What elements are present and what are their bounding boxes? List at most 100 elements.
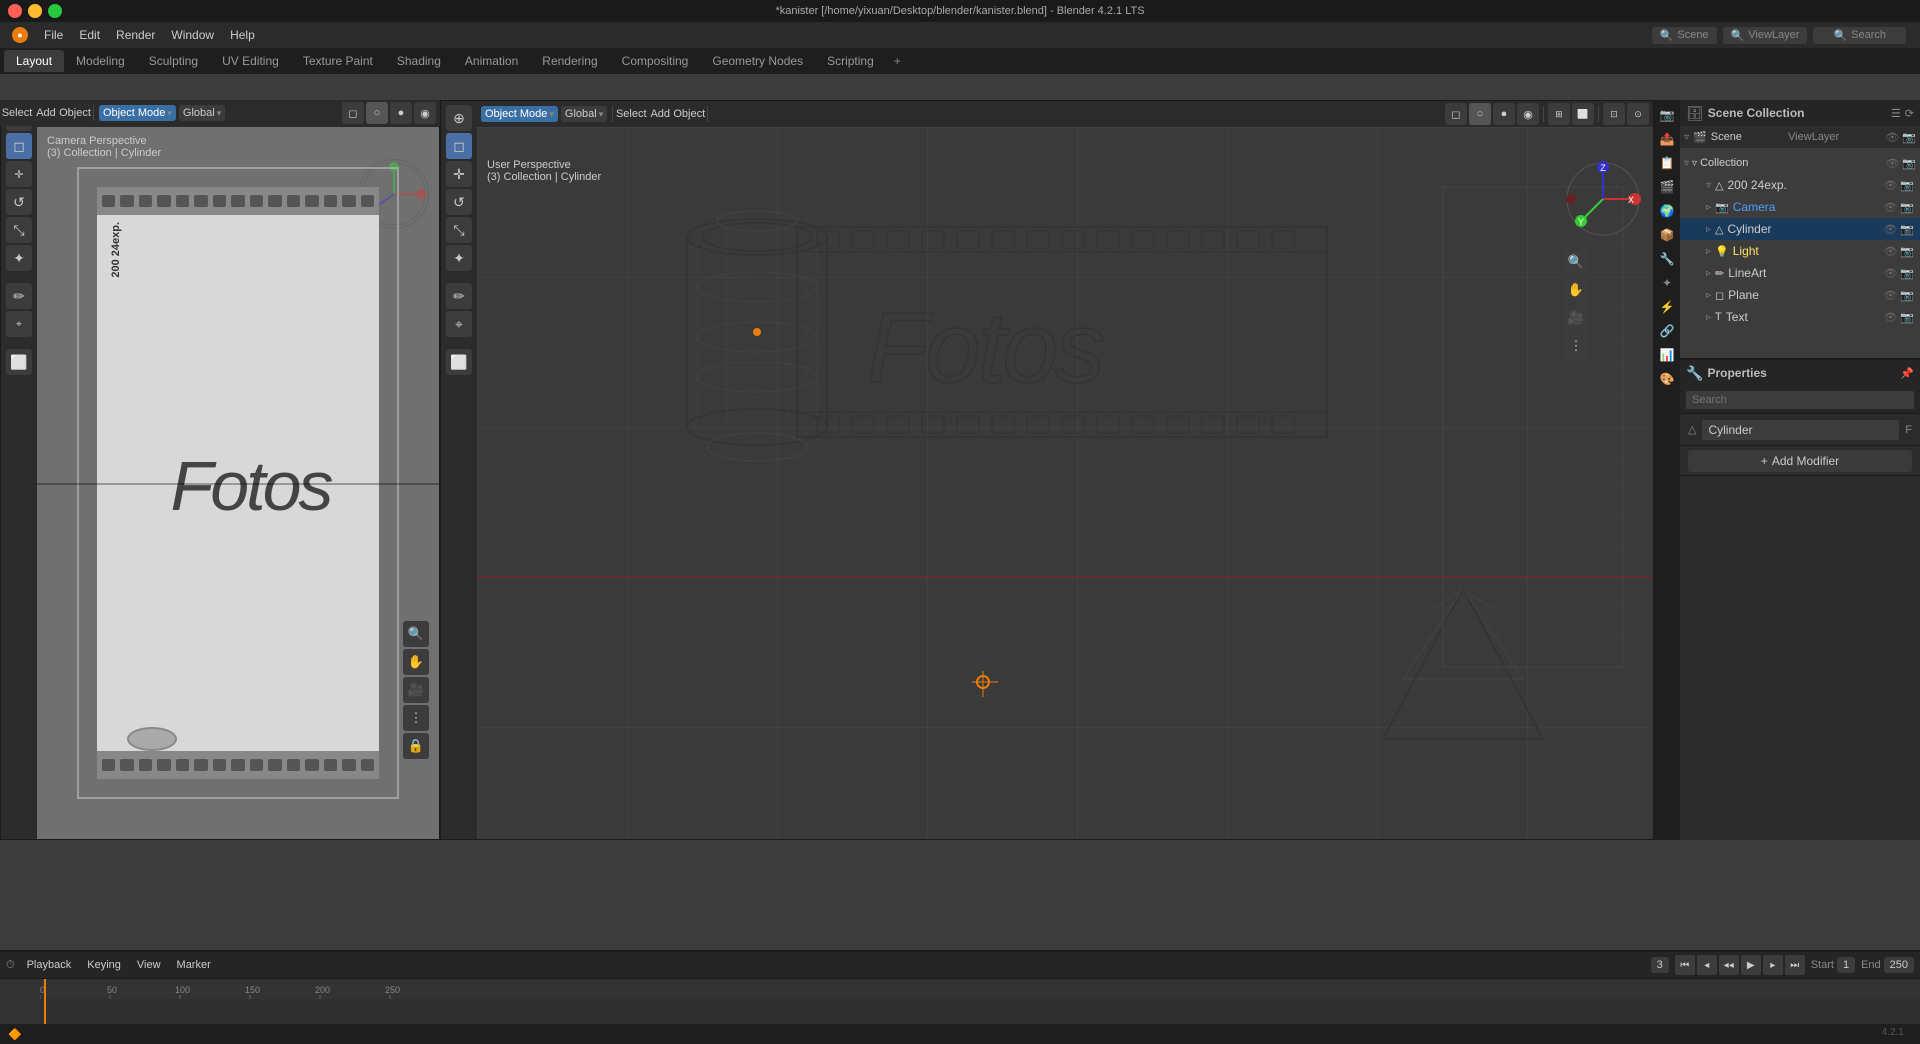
item-lineart[interactable]: ▹ ✏ LineArt 👁 📷 bbox=[1680, 262, 1920, 284]
tab-animation[interactable]: Animation bbox=[453, 50, 530, 72]
rendered-shading-btn[interactable]: ◉ bbox=[1517, 103, 1539, 125]
item-1-render[interactable]: 📷 bbox=[1900, 179, 1914, 192]
maximize-button[interactable] bbox=[48, 4, 62, 18]
scene-props-btn[interactable]: 🎬 bbox=[1656, 176, 1678, 198]
add-mesh-main[interactable]: ⬜ bbox=[446, 349, 472, 375]
modifier-props-btn[interactable]: 🔧 bbox=[1656, 248, 1678, 270]
viewport-3d-content[interactable]: Fotos bbox=[477, 127, 1653, 839]
sync-icon[interactable]: ⟳ bbox=[1905, 107, 1914, 120]
global-dropdown-l[interactable]: Global ▾ bbox=[179, 105, 225, 121]
props-search-input[interactable] bbox=[1686, 391, 1914, 409]
end-frame-box[interactable]: 250 bbox=[1884, 957, 1914, 973]
xray-btn[interactable]: ⬜ bbox=[1572, 103, 1594, 125]
data-props-btn[interactable]: 📊 bbox=[1656, 344, 1678, 366]
jump-start-btn[interactable]: ⏮ bbox=[1675, 955, 1695, 975]
render-props-btn[interactable]: 📷 bbox=[1656, 104, 1678, 126]
item-6-eye[interactable]: 👁 bbox=[1883, 289, 1897, 302]
wire-btn-l[interactable]: ◻ bbox=[342, 102, 364, 124]
select-btn-l[interactable]: Select bbox=[4, 100, 30, 126]
move-tool[interactable]: ✛ bbox=[6, 161, 32, 187]
view-layer-search[interactable]: 🔍 ViewLayer bbox=[1723, 27, 1808, 44]
lock-btn-left[interactable]: 🔒 bbox=[403, 733, 429, 759]
scale-tool[interactable]: ⤡ bbox=[6, 217, 32, 243]
physics-props-btn[interactable]: ⚡ bbox=[1656, 296, 1678, 318]
item-camera[interactable]: ▹ 📷 Camera 👁 📷 bbox=[1680, 196, 1920, 218]
scene-collapse-icon[interactable]: ▿ bbox=[1684, 132, 1689, 143]
item-light[interactable]: ▹ 💡 Light 👁 📷 bbox=[1680, 240, 1920, 262]
props-pin-icon[interactable]: 📌 bbox=[1900, 367, 1914, 380]
mode-dropdown[interactable]: Object Mode ▾ bbox=[481, 106, 558, 122]
item-cylinder[interactable]: ▹ △ Cylinder 👁 📷 bbox=[1680, 218, 1920, 240]
more-btn-left[interactable]: ⋮ bbox=[403, 705, 429, 731]
menu-window[interactable]: Window bbox=[163, 26, 222, 44]
solid-btn-l[interactable]: ○ bbox=[366, 102, 388, 124]
item-1-eye[interactable]: 👁 bbox=[1883, 179, 1897, 192]
item-7-eye[interactable]: 👁 bbox=[1883, 311, 1897, 324]
play-reverse-btn[interactable]: ◂◂ bbox=[1719, 955, 1739, 975]
item-3-render[interactable]: 📷 bbox=[1900, 223, 1914, 236]
object-name-input[interactable] bbox=[1702, 420, 1899, 440]
item-7-render[interactable]: 📷 bbox=[1900, 311, 1914, 324]
render-btn-l[interactable]: ◉ bbox=[414, 102, 436, 124]
minimize-button[interactable] bbox=[28, 4, 42, 18]
add-modifier-btn[interactable]: + Add Modifier bbox=[1688, 450, 1912, 472]
filter-icon[interactable]: ☰ bbox=[1891, 107, 1901, 120]
material-props-btn[interactable]: 🎨 bbox=[1656, 368, 1678, 390]
item-plane[interactable]: ▹ ◻ Plane 👁 📷 bbox=[1680, 284, 1920, 306]
cursor-tool-main[interactable]: ⊕ bbox=[446, 105, 472, 131]
rotate-tool-main[interactable]: ↺ bbox=[446, 189, 472, 215]
item-text[interactable]: ▹ T Text 👁 📷 bbox=[1680, 306, 1920, 328]
start-frame-box[interactable]: 1 bbox=[1837, 957, 1855, 973]
snap-btn[interactable]: ⊡ bbox=[1603, 103, 1625, 125]
tab-sculpting[interactable]: Sculpting bbox=[137, 50, 210, 72]
add-workspace-button[interactable]: + bbox=[886, 50, 909, 72]
tab-rendering[interactable]: Rendering bbox=[530, 50, 609, 72]
move-tool-main[interactable]: ✛ bbox=[446, 161, 472, 187]
measure-tool-main[interactable]: ⌖ bbox=[446, 311, 472, 337]
item-6-render[interactable]: 📷 bbox=[1900, 289, 1914, 302]
add-cube-tool[interactable]: ⬜ bbox=[6, 349, 32, 375]
item-4-eye[interactable]: 👁 bbox=[1883, 245, 1897, 258]
pan-btn-left[interactable]: ✋ bbox=[403, 649, 429, 675]
close-button[interactable] bbox=[8, 4, 22, 18]
item-3-eye[interactable]: 👁 bbox=[1883, 223, 1897, 236]
current-frame-box[interactable]: 3 bbox=[1651, 957, 1669, 973]
obj-btn-l[interactable]: Object bbox=[62, 100, 88, 126]
play-btn[interactable]: ▶ bbox=[1741, 955, 1761, 975]
world-props-btn[interactable]: 🌍 bbox=[1656, 200, 1678, 222]
wireframe-shading-btn[interactable]: ◻ bbox=[1445, 103, 1467, 125]
tab-texture-paint[interactable]: Texture Paint bbox=[291, 50, 385, 72]
overlay-btn[interactable]: ⊞ bbox=[1548, 103, 1570, 125]
output-props-btn[interactable]: 📤 bbox=[1656, 128, 1678, 150]
more-btn-main[interactable]: ⋮ bbox=[1563, 333, 1589, 359]
timeline-ruler-area[interactable]: 0 50 100 150 200 250 bbox=[0, 978, 1920, 1026]
zoom-btn-left[interactable]: 🔍 bbox=[403, 621, 429, 647]
camera-btn-main[interactable]: 🎥 bbox=[1563, 305, 1589, 331]
tab-scripting[interactable]: Scripting bbox=[815, 50, 886, 72]
fake-user-btn[interactable]: F bbox=[1905, 424, 1912, 436]
tab-modeling[interactable]: Modeling bbox=[64, 50, 137, 72]
add-btn-l[interactable]: Add bbox=[33, 100, 59, 126]
item-5-render[interactable]: 📷 bbox=[1900, 267, 1914, 280]
nav-gizmo-main[interactable]: X Y Z bbox=[1563, 159, 1643, 239]
zoom-btn-main[interactable]: 🔍 bbox=[1563, 249, 1589, 275]
mode-dropdown-l[interactable]: Object Mode ▾ bbox=[99, 105, 176, 121]
select-tool[interactable]: ◻ bbox=[6, 133, 32, 159]
scene-eye[interactable]: 👁 bbox=[1885, 131, 1899, 144]
menu-help[interactable]: Help bbox=[222, 26, 263, 44]
global-dropdown[interactable]: Global ▾ bbox=[561, 106, 607, 122]
tab-compositing[interactable]: Compositing bbox=[610, 50, 701, 72]
add-menu-btn[interactable]: Add bbox=[647, 101, 673, 127]
marker-menu[interactable]: Marker bbox=[173, 957, 215, 973]
pan-btn-main[interactable]: ✋ bbox=[1563, 277, 1589, 303]
view-menu[interactable]: View bbox=[133, 957, 165, 973]
item-2-render[interactable]: 📷 bbox=[1900, 201, 1914, 214]
tab-uv-editing[interactable]: UV Editing bbox=[210, 50, 291, 72]
tab-shading[interactable]: Shading bbox=[385, 50, 453, 72]
object-menu-btn[interactable]: Object bbox=[676, 101, 702, 127]
menu-edit[interactable]: Edit bbox=[71, 26, 108, 44]
select-tool-main[interactable]: ◻ bbox=[446, 133, 472, 159]
keying-menu[interactable]: Keying bbox=[83, 957, 125, 973]
coll-eye[interactable]: 👁 bbox=[1885, 157, 1899, 170]
jump-end-btn[interactable]: ⏭ bbox=[1785, 955, 1805, 975]
